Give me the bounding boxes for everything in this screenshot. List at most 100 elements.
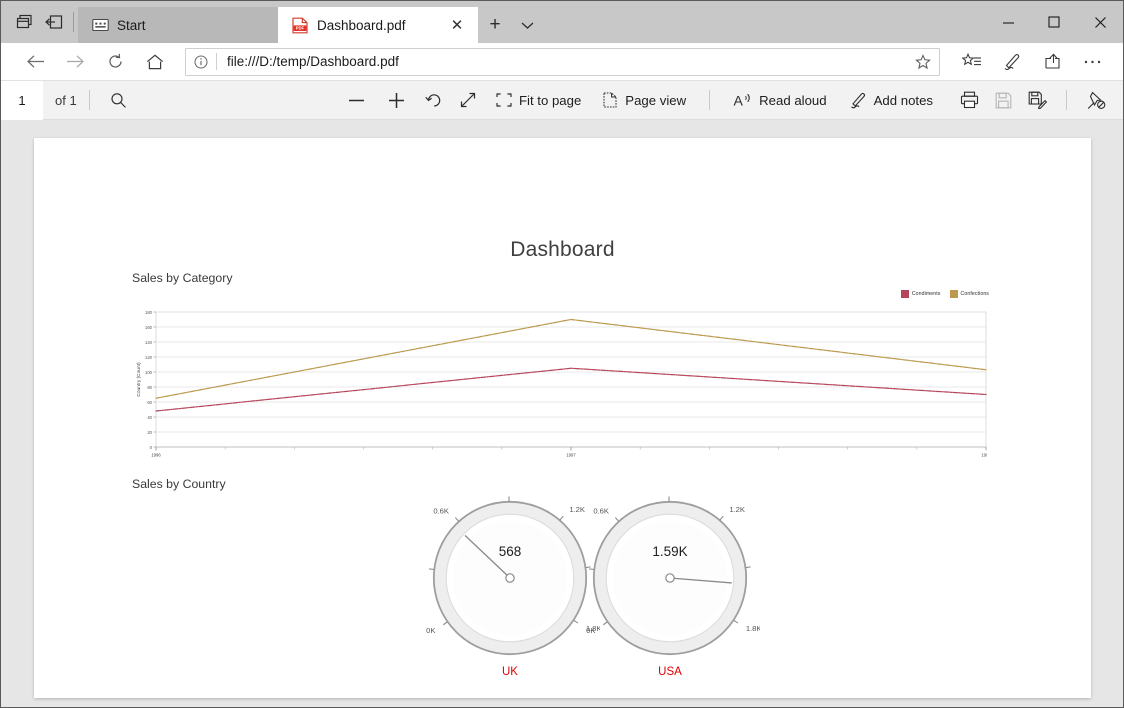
svg-text:0.6K: 0.6K xyxy=(593,506,609,515)
close-tab-icon[interactable]: ✕ xyxy=(446,14,468,36)
svg-text:160: 160 xyxy=(145,325,153,330)
legend-swatch-condiments xyxy=(900,290,909,298)
legend-item-confections: Confections xyxy=(949,290,990,298)
gauge-uk: 0K0.3K0.6K0.9K1.2K1.5K1.8K568 UK xyxy=(404,483,616,686)
search-icon[interactable] xyxy=(102,81,136,120)
gauge-usa: 0K0.3K0.6K0.9K1.2K1.5K1.8K1.59K USA xyxy=(564,483,776,686)
pdf-file-icon: PDF xyxy=(292,17,308,34)
window-controls xyxy=(985,1,1123,43)
tab-preview-icon[interactable] xyxy=(9,1,39,43)
svg-text:1997: 1997 xyxy=(566,453,576,458)
svg-text:1.8K: 1.8K xyxy=(746,624,760,633)
start-page-icon xyxy=(92,18,109,32)
minimize-button[interactable] xyxy=(985,1,1031,43)
legend-label-condiments: Condiments xyxy=(911,291,941,297)
home-icon[interactable] xyxy=(135,43,175,81)
svg-text:1.2K: 1.2K xyxy=(729,505,745,514)
page-title: Dashboard xyxy=(510,238,615,261)
page-view-icon xyxy=(603,92,618,108)
svg-text:Country (Count): Country (Count) xyxy=(136,362,142,397)
add-notes-button[interactable]: Add notes xyxy=(838,81,944,120)
rotate-icon[interactable] xyxy=(417,81,451,120)
navbar-right-buttons xyxy=(952,43,1112,81)
edge-browser-window: Start PDF Dashboard.pdf ✕ + file:///D:/t… xyxy=(0,0,1124,708)
fit-to-page-label: Fit to page xyxy=(518,92,582,108)
section-label-sales-by-country: Sales by Country xyxy=(132,477,226,491)
svg-text:140: 140 xyxy=(145,340,153,345)
notes-pen-icon[interactable] xyxy=(992,43,1032,81)
read-aloud-label: Read aloud xyxy=(759,92,827,108)
svg-text:568: 568 xyxy=(499,544,522,559)
svg-text:0.6K: 0.6K xyxy=(433,506,449,515)
zoom-out-button[interactable] xyxy=(337,81,377,120)
save-as-icon[interactable] xyxy=(1020,81,1054,120)
chart-legend: Condiments Confections xyxy=(889,286,989,302)
toolbar-divider-3 xyxy=(1066,90,1067,110)
read-aloud-icon: A xyxy=(733,92,752,108)
save-icon[interactable] xyxy=(986,81,1020,120)
svg-text:PDF: PDF xyxy=(296,25,305,30)
svg-text:180: 180 xyxy=(145,310,153,315)
svg-text:1998: 1998 xyxy=(981,453,987,458)
svg-text:100: 100 xyxy=(145,370,153,375)
svg-text:120: 120 xyxy=(145,355,153,360)
print-icon[interactable] xyxy=(952,81,986,120)
back-button[interactable] xyxy=(15,43,55,81)
pdf-page-1: Dashboard Sales by Category Condiments C… xyxy=(34,138,1091,698)
page-view-button[interactable]: Page view xyxy=(592,81,697,120)
pdf-toolbar: 1 of 1 Fit to page Page view A Read alou… xyxy=(1,80,1123,120)
titlebar-divider xyxy=(73,12,74,32)
svg-text:0K: 0K xyxy=(586,626,595,635)
set-aside-tabs-icon[interactable] xyxy=(39,1,69,43)
zoom-in-button[interactable] xyxy=(377,81,417,120)
sales-by-country-gauges: 0K0.3K0.6K0.9K1.2K1.5K1.8K568 UK 0K0.3K0… xyxy=(132,483,987,686)
tab-start[interactable]: Start xyxy=(78,7,278,43)
svg-text:40: 40 xyxy=(147,415,152,420)
add-notes-pen-icon xyxy=(849,92,867,109)
page-total-label: of 1 xyxy=(55,92,77,108)
gauge-label-usa: USA xyxy=(658,666,682,678)
favorites-hub-icon[interactable] xyxy=(952,43,992,81)
new-tab-button[interactable]: + xyxy=(478,7,512,43)
svg-text:0K: 0K xyxy=(426,626,435,635)
page-number-input[interactable]: 1 xyxy=(1,80,43,120)
toolbar-divider-2 xyxy=(709,90,711,110)
read-aloud-button[interactable]: A Read aloud xyxy=(722,81,837,120)
svg-text:1.59K: 1.59K xyxy=(652,544,687,559)
svg-text:80: 80 xyxy=(147,385,152,390)
more-icon[interactable] xyxy=(1072,43,1112,81)
fit-to-page-icon xyxy=(496,93,512,107)
svg-text:1996: 1996 xyxy=(151,453,161,458)
address-bar[interactable]: file:///D:/temp/Dashboard.pdf xyxy=(185,47,940,76)
legend-label-confections: Confections xyxy=(960,291,989,297)
toolbar-divider xyxy=(88,90,90,110)
svg-text:20: 20 xyxy=(147,430,152,435)
navigation-bar: file:///D:/temp/Dashboard.pdf xyxy=(1,43,1123,81)
refresh-button[interactable] xyxy=(95,43,135,81)
fit-width-icon[interactable] xyxy=(451,81,485,120)
share-icon[interactable] xyxy=(1032,43,1072,81)
close-button[interactable] xyxy=(1077,1,1123,43)
forward-button[interactable] xyxy=(55,43,95,81)
maximize-button[interactable] xyxy=(1031,1,1077,43)
star-icon[interactable] xyxy=(907,49,939,75)
pdf-viewport[interactable]: Dashboard Sales by Category Condiments C… xyxy=(1,120,1123,707)
site-info-icon[interactable] xyxy=(186,49,216,75)
sales-by-category-line-chart: 0 20 40 60 80 100 120 140 160 180 Country (Count) 1… xyxy=(132,308,987,463)
tab-start-label: Start xyxy=(117,17,146,33)
section-label-sales-by-category: Sales by Category xyxy=(132,271,233,285)
pin-icon[interactable] xyxy=(1079,81,1113,120)
legend-swatch-confections xyxy=(949,290,958,298)
svg-text:0: 0 xyxy=(150,445,153,450)
page-view-label: Page view xyxy=(625,92,687,108)
add-notes-label: Add notes xyxy=(873,92,933,108)
tab-dashboard-label: Dashboard.pdf xyxy=(317,17,406,33)
address-input[interactable]: file:///D:/temp/Dashboard.pdf xyxy=(217,54,907,69)
legend-item-condiments: Condiments xyxy=(900,290,941,298)
tab-dashboard-pdf[interactable]: PDF Dashboard.pdf ✕ xyxy=(278,7,478,43)
chevron-down-icon[interactable] xyxy=(512,7,542,43)
fit-to-page-button[interactable]: Fit to page xyxy=(485,81,592,120)
svg-text:A: A xyxy=(734,93,744,109)
gauge-label-uk: UK xyxy=(502,666,518,678)
svg-text:60: 60 xyxy=(147,400,152,405)
